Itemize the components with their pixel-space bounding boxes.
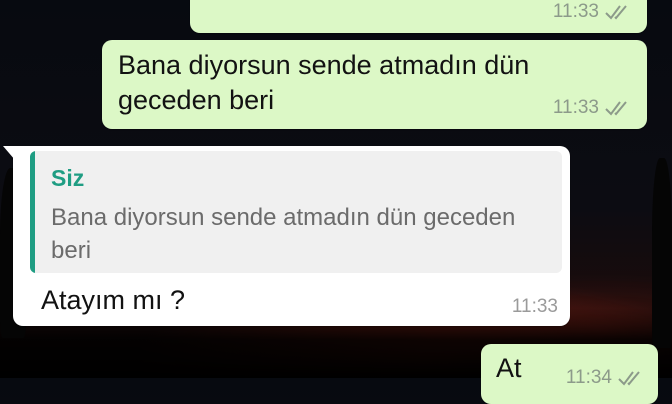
message-bubble-outgoing[interactable]: Bana diyorsun sende atmadın dün geceden … xyxy=(102,40,647,129)
message-meta: 11:33 xyxy=(512,296,558,318)
double-check-icon xyxy=(605,5,627,20)
message-time: 11:34 xyxy=(565,367,612,388)
message-time: 11:33 xyxy=(552,1,599,22)
message-bubble-incoming[interactable]: Siz Bana diyorsun sende atmadın dün gece… xyxy=(3,146,570,326)
quoted-message[interactable]: Siz Bana diyorsun sende atmadın dün gece… xyxy=(30,151,562,273)
quote-text: Bana diyorsun sende atmadın dün geceden … xyxy=(51,204,516,264)
message-meta: 11:33 xyxy=(553,97,631,119)
message-time: 11:33 xyxy=(552,97,599,118)
quote-accent-bar xyxy=(30,151,35,273)
bubble-tail xyxy=(3,146,15,160)
message-text: Atayım mı ? xyxy=(41,285,186,315)
wallpaper-tree xyxy=(652,158,672,348)
double-check-icon xyxy=(605,101,627,116)
message-meta: 11:33 xyxy=(553,1,631,23)
message-text: Bana diyorsun sende atmadın dün geceden … xyxy=(118,50,530,115)
quote-author: Siz xyxy=(51,165,85,191)
message-time: 11:33 xyxy=(511,296,558,317)
message-meta: 11:34 xyxy=(566,367,644,389)
double-check-icon xyxy=(618,371,640,386)
message-bubble-outgoing[interactable]: 11:33 xyxy=(190,0,647,33)
message-text: At xyxy=(496,353,522,383)
message-bubble-outgoing[interactable]: At 11:34 xyxy=(481,344,658,404)
